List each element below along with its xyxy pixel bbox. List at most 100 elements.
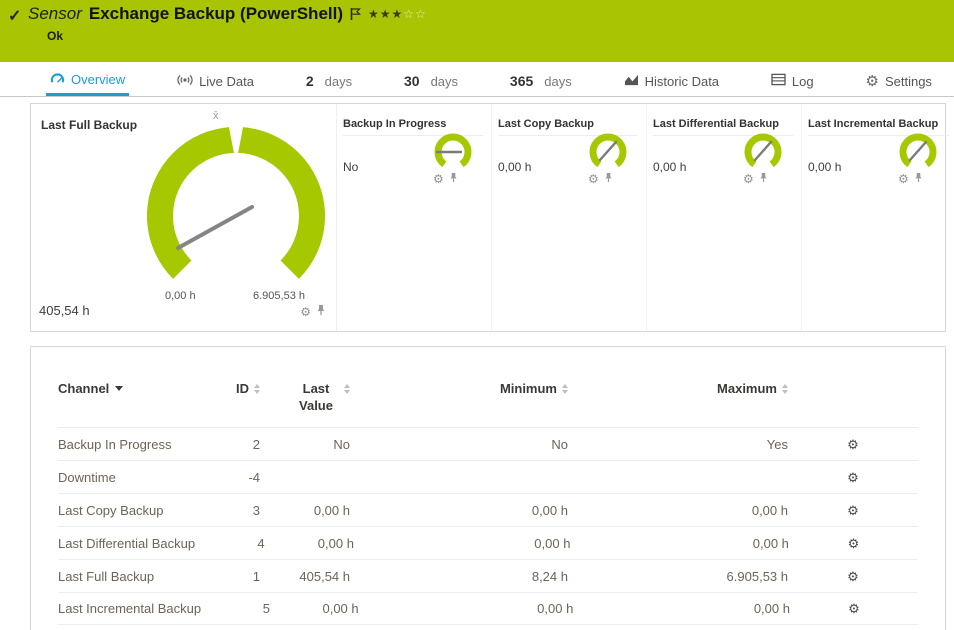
channel-name-link[interactable]: Backup In Progress [58,437,190,452]
stars-filled[interactable]: ★★★ [368,7,403,21]
channel-id: 4 [195,536,265,551]
tab-label: Historic Data [645,74,719,89]
channel-maximum: 0,00 h [573,601,790,616]
table-row: Last Differential Backup 4 0,00 h 0,00 h… [58,526,918,559]
channel-settings-icon[interactable]: ⚙ [848,602,860,615]
channel-id: 1 [190,569,260,584]
status-check-icon: ✓ [8,6,21,26]
channel-maximum: 0,00 h [568,503,788,518]
channel-name-link[interactable]: Last Full Backup [58,569,190,584]
small-gauge-dial [431,132,475,172]
channel-last-value: 0,00 h [265,536,354,551]
gauge-pin-icon[interactable] [914,170,923,188]
gauge-pin-icon[interactable] [316,303,326,321]
channel-maximum: 6.905,53 h [568,569,788,584]
tab-30-days[interactable]: 30days [400,66,462,96]
table-row: Last Incremental Backup 5 0,00 h 0,00 h … [58,592,918,625]
channel-maximum: 0,00 h [570,536,788,551]
gauge-value: 0,00 h [498,160,531,174]
tab-number: 2 [306,73,314,89]
tab-label: Log [792,74,814,89]
priority-flag-icon [350,7,361,26]
gauge-gear-icon[interactable]: ⚙ [433,173,444,185]
tab-settings[interactable]: ⚙ Settings [862,66,936,96]
tab-bar: Overview Live Data 2days 30days 365days … [0,66,954,97]
tab-number: 30 [404,73,420,89]
gauge-gear-icon[interactable]: ⚙ [588,173,599,185]
gauge-value: 0,00 h [808,160,841,174]
channel-settings-icon[interactable]: ⚙ [847,504,859,517]
column-label: Maximum [717,381,777,396]
column-label: Last Value [293,381,339,415]
gauge-gear-icon[interactable]: ⚙ [300,306,311,318]
gauge-value: 0,00 h [653,160,686,174]
channel-name-link[interactable]: Last Incremental Backup [58,601,201,616]
gauge-last-copy-backup: Last Copy Backup 0,00 h ⚙ [492,104,647,331]
column-label: ID [236,381,249,396]
channel-minimum: 8,24 h [350,569,568,584]
column-header-id[interactable]: ID [190,381,260,396]
gauge-title: Last Full Backup [41,118,137,132]
stars-empty[interactable]: ☆☆ [403,7,427,21]
channel-minimum: 0,00 h [359,601,574,616]
channel-minimum: No [350,437,568,452]
overview-gauge-icon [50,72,65,88]
priority-stars[interactable]: ★★★☆☆ [368,7,427,21]
channel-id: -4 [190,470,260,485]
table-row: Last Copy Backup 3 0,00 h 0,00 h 0,00 h … [58,493,918,526]
column-header-channel[interactable]: Channel [58,381,190,396]
column-label: Minimum [500,381,557,396]
sensor-status-badge: Ok [47,29,63,43]
channel-settings-icon[interactable]: ⚙ [848,537,860,550]
sensor-header: ✓ Sensor Exchange Backup (PowerShell) ★★… [0,0,954,62]
gauge-gear-icon[interactable]: ⚙ [898,173,909,185]
channel-id: 2 [190,437,260,452]
channel-name-link[interactable]: Downtime [58,470,190,485]
channel-last-value: 0,00 h [270,601,359,616]
channel-settings-icon[interactable]: ⚙ [847,438,859,451]
tab-overview[interactable]: Overview [46,66,129,96]
channel-name-link[interactable]: Last Differential Backup [58,536,195,551]
tab-live-data[interactable]: Live Data [173,66,258,96]
gauge-last-full-backup: Last Full Backup x̄ 0,00 h 6.905,53 h 40… [31,104,337,331]
channel-last-value: No [260,437,350,452]
channel-settings-icon[interactable]: ⚙ [847,570,859,583]
log-list-icon [771,73,786,89]
historic-chart-icon [624,73,639,89]
gauge-last-differential-backup: Last Differential Backup 0,00 h ⚙ [647,104,802,331]
gauge-value: No [343,160,358,174]
gauge-value: 405,54 h [39,303,90,318]
column-header-minimum[interactable]: Minimum [350,381,568,396]
tab-2-days[interactable]: 2 days [302,66,356,96]
channel-maximum: Yes [568,437,788,452]
tab-365-days[interactable]: 365days [506,66,576,96]
settings-gear-icon: ⚙ [866,74,879,89]
tab-unit: days [544,74,571,89]
gauge-pin-icon[interactable] [449,170,458,188]
gauge-pin-icon[interactable] [759,170,768,188]
table-row: Backup In Progress 2 No No Yes ⚙ [58,427,918,460]
live-data-broadcast-icon [177,73,193,90]
channel-last-value: 405,54 h [260,569,350,584]
small-gauge-dial [586,132,630,172]
sensor-type-label: Sensor [28,4,82,24]
gauge-gear-icon[interactable]: ⚙ [743,173,754,185]
gauges-panel: Last Full Backup x̄ 0,00 h 6.905,53 h 40… [30,103,946,332]
channel-name-link[interactable]: Last Copy Backup [58,503,190,518]
column-header-maximum[interactable]: Maximum [568,381,788,396]
sensor-title-row: Sensor Exchange Backup (PowerShell) ★★★☆… [28,4,427,26]
tab-historic-data[interactable]: Historic Data [620,66,723,96]
tab-label: Live Data [199,74,254,89]
tab-label: Settings [885,74,932,89]
sort-icon [782,384,788,394]
page-title: Exchange Backup (PowerShell) [89,4,343,24]
main-gauge-dial [136,120,336,310]
small-gauge-dial [896,132,940,172]
tab-log[interactable]: Log [767,66,818,96]
channel-settings-icon[interactable]: ⚙ [847,471,859,484]
gauge-pin-icon[interactable] [604,170,613,188]
gauge-max-label: 6.905,53 h [253,290,305,302]
column-header-last-value[interactable]: Last Value [260,381,350,415]
channel-id: 5 [201,601,270,616]
tab-unit: days [325,74,352,89]
